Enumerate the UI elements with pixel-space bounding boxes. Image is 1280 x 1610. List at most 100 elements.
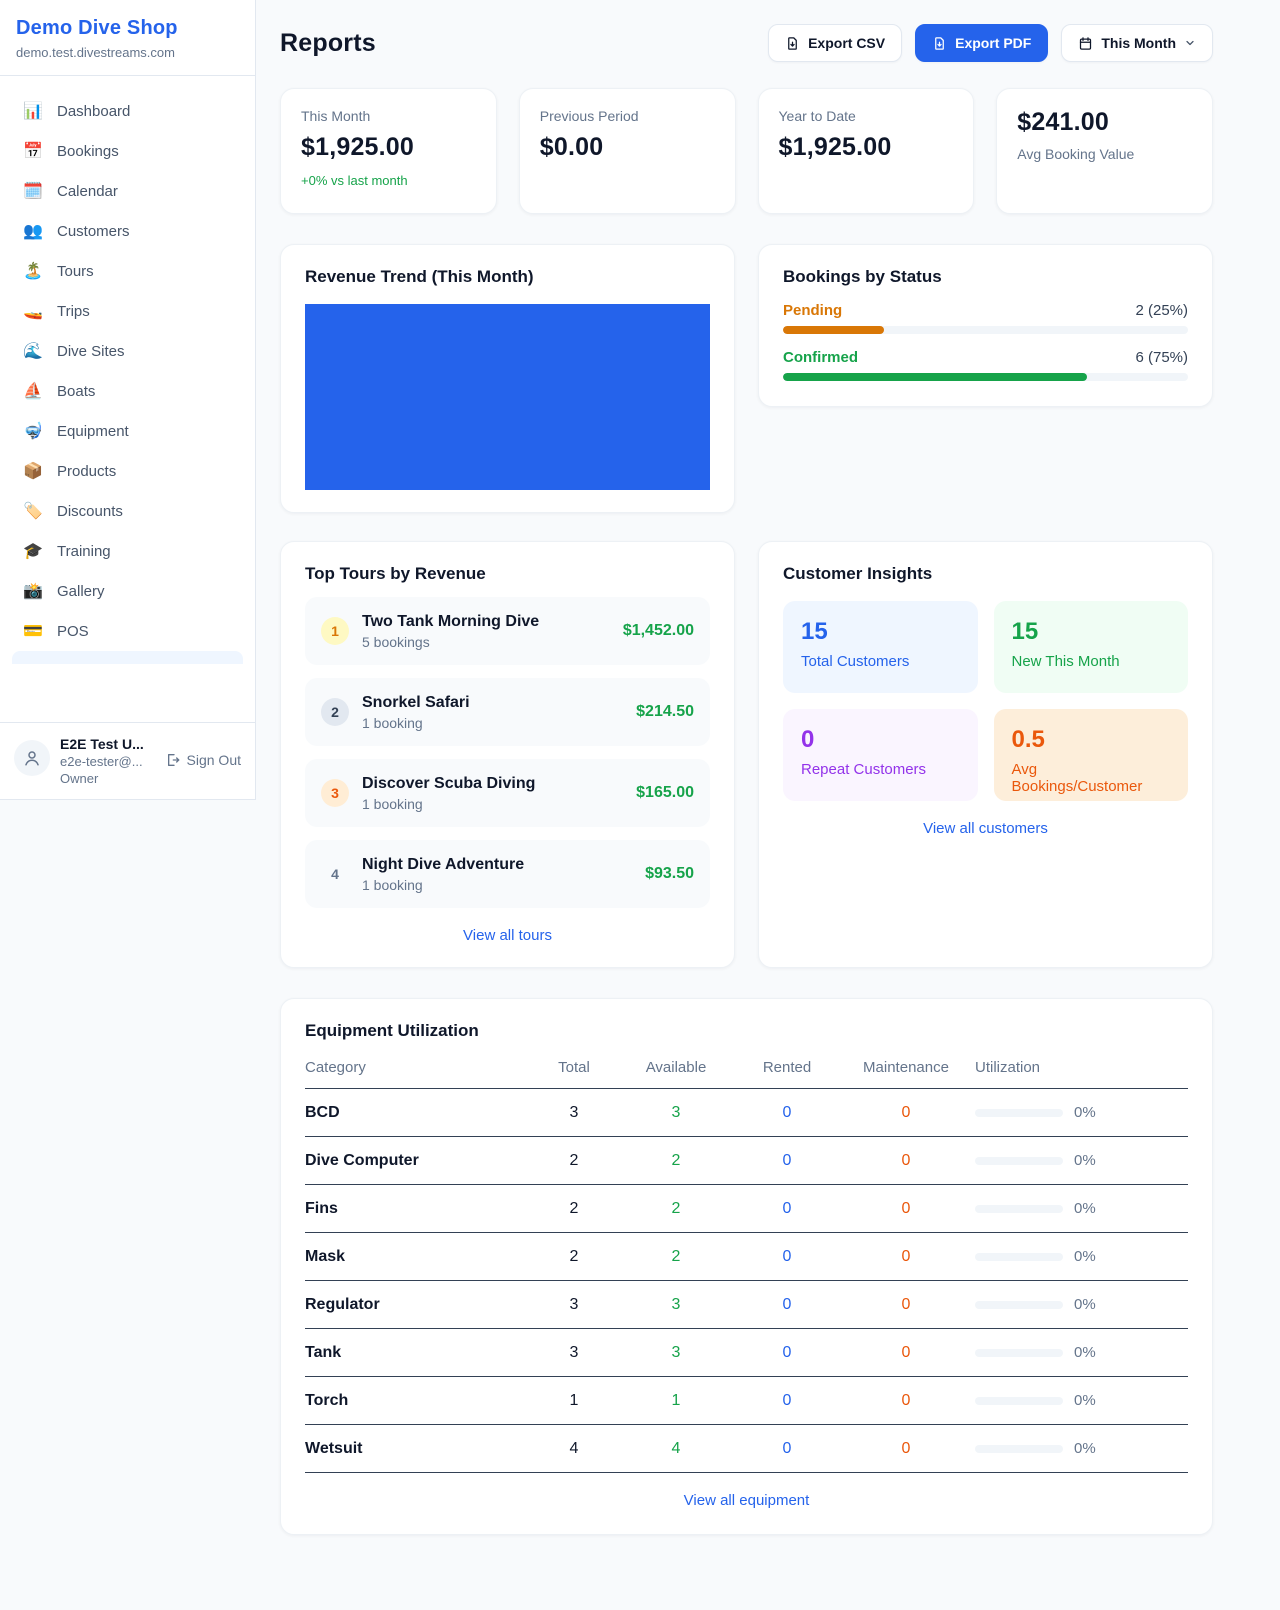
equipment-maintenance: 0	[837, 1248, 975, 1266]
equipment-rented: 0	[737, 1296, 837, 1314]
sidebar-item-calendar[interactable]: 🗓️Calendar	[12, 171, 243, 211]
equipment-rented: 0	[737, 1152, 837, 1170]
equipment-category: BCD	[305, 1104, 533, 1122]
tour-row: 4 Night Dive Adventure1 booking $93.50	[305, 840, 710, 908]
col-total: Total	[533, 1059, 615, 1076]
calendar-outline-icon	[1078, 36, 1093, 51]
equipment-available: 4	[615, 1440, 737, 1458]
equipment-rented: 0	[737, 1392, 837, 1410]
sidebar-item-bookings[interactable]: 📅Bookings	[12, 131, 243, 171]
equipment-maintenance: 0	[837, 1344, 975, 1362]
sidebar-nav: 📊Dashboard 📅Bookings 🗓️Calendar 👥Custome…	[0, 76, 255, 651]
rank-badge: 2	[321, 698, 349, 726]
sailboat-icon: ⛵	[22, 381, 44, 401]
equipment-category: Wetsuit	[305, 1440, 533, 1458]
sidebar-item-gallery[interactable]: 📸 Gallery	[12, 571, 243, 611]
wave-icon: 🌊	[22, 341, 44, 361]
period-dropdown[interactable]: This Month	[1061, 24, 1213, 62]
tour-name: Discover Scuba Diving	[362, 775, 535, 792]
view-all-tours-link[interactable]: View all tours	[463, 927, 552, 944]
status-bar-fill	[783, 373, 1087, 381]
rank-badge: 4	[321, 860, 349, 888]
sidebar-item-label: Equipment	[57, 423, 129, 440]
export-pdf-label: Export PDF	[955, 35, 1031, 51]
tile-label: Repeat Customers	[801, 761, 960, 778]
tile-label: Avg Bookings/Customer	[1012, 761, 1171, 795]
sidebar-item-products[interactable]: 📦Products	[12, 451, 243, 491]
export-pdf-button[interactable]: Export PDF	[915, 24, 1048, 62]
logout-icon	[164, 752, 180, 768]
equipment-rented: 0	[737, 1440, 837, 1458]
dashboard-icon: 📊	[22, 101, 44, 121]
stat-label: Previous Period	[540, 108, 715, 124]
export-csv-button[interactable]: Export CSV	[768, 24, 902, 62]
file-download-icon	[932, 36, 947, 51]
tour-row: 1 Two Tank Morning Dive5 bookings $1,452…	[305, 597, 710, 665]
equipment-total: 3	[533, 1296, 615, 1314]
utilization-percent: 0%	[1074, 1248, 1096, 1265]
tile-value: 0.5	[1012, 726, 1171, 754]
sidebar-item-discounts[interactable]: 🏷️Discounts	[12, 491, 243, 531]
status-label: Confirmed	[783, 349, 858, 366]
rank-badge: 1	[321, 617, 349, 645]
equipment-maintenance: 0	[837, 1104, 975, 1122]
tour-name: Two Tank Morning Dive	[362, 613, 539, 630]
utilization-percent: 0%	[1074, 1152, 1096, 1169]
sidebar-item-label: Gallery	[57, 583, 105, 600]
bookings-by-status-title: Bookings by Status	[783, 267, 1188, 287]
equipment-maintenance: 0	[837, 1440, 975, 1458]
tile-repeat-customers: 0 Repeat Customers	[783, 709, 978, 801]
equipment-category: Torch	[305, 1392, 533, 1410]
stat-card-previous-period: Previous Period $0.00	[519, 88, 736, 214]
sidebar-item-reports-partial[interactable]	[12, 651, 243, 664]
status-count: 2 (25%)	[1135, 302, 1188, 319]
equipment-available: 3	[615, 1344, 737, 1362]
sign-out-button[interactable]: Sign Out	[164, 752, 241, 768]
table-row: Wetsuit 4 4 0 0 0%	[305, 1425, 1188, 1473]
user-panel: E2E Test U... e2e-tester@... Owner Sign …	[0, 722, 255, 799]
tile-new-this-month: 15 New This Month	[994, 601, 1189, 693]
equipment-category: Tank	[305, 1344, 533, 1362]
sidebar-item-label: Bookings	[57, 143, 119, 160]
view-all-customers-link[interactable]: View all customers	[923, 820, 1048, 837]
tour-bookings: 1 booking	[362, 715, 470, 731]
sidebar-item-label: Products	[57, 463, 116, 480]
utilization-bar-track	[975, 1349, 1063, 1357]
sidebar-item-label: POS	[57, 623, 89, 640]
graduation-cap-icon: 🎓	[22, 541, 44, 561]
revenue-trend-chart	[305, 304, 710, 490]
page-header: Reports Export CSV Export PDF This Month	[280, 24, 1213, 62]
tour-bookings: 5 bookings	[362, 634, 539, 650]
sidebar-item-label: Trips	[57, 303, 90, 320]
sidebar-item-boats[interactable]: ⛵Boats	[12, 371, 243, 411]
equipment-total: 4	[533, 1440, 615, 1458]
sidebar: Demo Dive Shop demo.test.divestreams.com…	[0, 0, 256, 800]
tile-value: 15	[801, 618, 960, 646]
tour-row: 3 Discover Scuba Diving1 booking $165.00	[305, 759, 710, 827]
equipment-utilization-title: Equipment Utilization	[305, 1021, 1188, 1041]
page-title: Reports	[280, 29, 376, 58]
sidebar-item-dive-sites[interactable]: 🌊Dive Sites	[12, 331, 243, 371]
sidebar-item-tours[interactable]: 🏝️Tours	[12, 251, 243, 291]
tile-value: 15	[1012, 618, 1171, 646]
camera-icon: 📸	[22, 581, 44, 601]
sidebar-item-training[interactable]: 🎓Training	[12, 531, 243, 571]
tour-row: 2 Snorkel Safari1 booking $214.50	[305, 678, 710, 746]
stats-row: This Month $1,925.00 +0% vs last month P…	[280, 88, 1213, 214]
utilization-bar-track	[975, 1301, 1063, 1309]
table-row: Fins 2 2 0 0 0%	[305, 1185, 1188, 1233]
status-bar-fill	[783, 326, 884, 334]
sidebar-item-trips[interactable]: 🚤Trips	[12, 291, 243, 331]
sidebar-item-pos[interactable]: 💳POS	[12, 611, 243, 651]
customers-icon: 👥	[22, 221, 44, 241]
sidebar-item-customers[interactable]: 👥Customers	[12, 211, 243, 251]
customer-insights-title: Customer Insights	[783, 564, 1188, 584]
sidebar-item-equipment[interactable]: 🤿Equipment	[12, 411, 243, 451]
view-all-equipment-link[interactable]: View all equipment	[684, 1492, 810, 1509]
status-row-confirmed: Confirmed 6 (75%)	[783, 349, 1188, 381]
utilization-bar-track	[975, 1157, 1063, 1165]
utilization-percent: 0%	[1074, 1104, 1096, 1121]
stat-label: Year to Date	[779, 108, 954, 124]
tile-value: 0	[801, 726, 960, 754]
sidebar-item-dashboard[interactable]: 📊Dashboard	[12, 91, 243, 131]
